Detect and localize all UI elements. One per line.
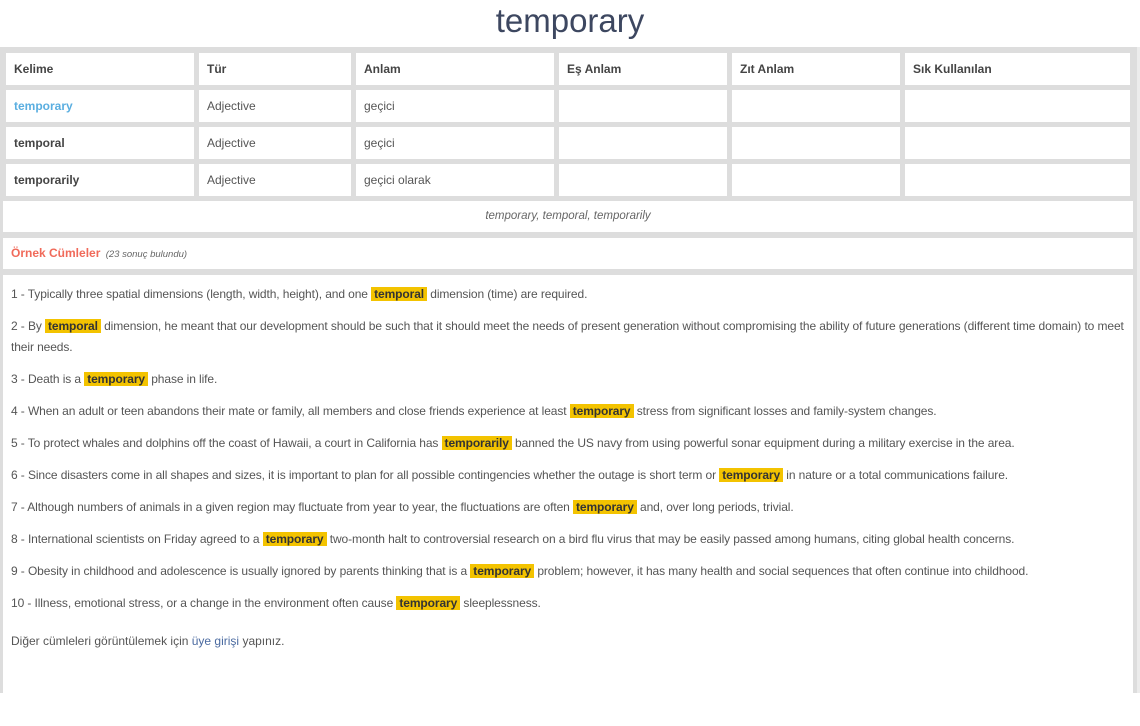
word-meaning: geçici — [356, 127, 554, 159]
word-synonym — [559, 127, 727, 159]
word-frequent — [905, 164, 1130, 196]
login-note: Diğer cümleleri görüntülemek için üye gi… — [11, 634, 1125, 648]
word-antonym — [732, 164, 900, 196]
login-link[interactable]: üye girişi — [192, 634, 239, 648]
sentence-text: 7 - Although numbers of animals in a giv… — [11, 500, 570, 514]
sentence-text: 1 - Typically three spatial dimensions (… — [11, 287, 368, 301]
example-sentence: 1 - Typically three spatial dimensions (… — [11, 284, 1125, 305]
word-type: Adjective — [199, 164, 351, 196]
highlighted-word: temporary — [572, 500, 637, 514]
highlighted-word: temporal — [371, 287, 428, 301]
sentence-text: 2 - By — [11, 319, 42, 333]
sentence-text: 8 - International scientists on Friday a… — [11, 532, 260, 546]
sentence-text: 3 - Death is a — [11, 372, 81, 386]
highlighted-word: temporary — [470, 564, 535, 578]
example-sentence: 9 - Obesity in childhood and adolescence… — [11, 561, 1125, 582]
sentence-text: two-month halt to controversial research… — [329, 532, 1015, 546]
header-anlam: Anlam — [356, 53, 554, 85]
word-antonym — [732, 127, 900, 159]
example-sentence: 8 - International scientists on Friday a… — [11, 529, 1125, 550]
examples-header: Örnek Cümleler (23 sonuç bulundu) — [3, 238, 1133, 269]
highlighted-word: temporary — [569, 404, 634, 418]
sentence-text: 10 - Illness, emotional stress, or a cha… — [11, 596, 394, 610]
examples-count: (23 sonuç bulundu) — [105, 249, 188, 260]
word-link[interactable]: temporary — [6, 90, 194, 122]
table-row: temporal Adjective geçici — [6, 127, 1130, 159]
highlighted-word: temporal — [44, 319, 101, 333]
login-note-after: yapınız. — [242, 634, 285, 648]
header-sik-kullanilan: Sık Kullanılan — [905, 53, 1130, 85]
highlighted-word: temporary — [719, 468, 784, 482]
word-meaning: geçici — [356, 90, 554, 122]
header-tur: Tür — [199, 53, 351, 85]
word-synonym — [559, 90, 727, 122]
sentence-text: stress from significant losses and famil… — [636, 404, 937, 418]
sentence-text: phase in life. — [151, 372, 218, 386]
word-antonym — [732, 90, 900, 122]
sentence-text: banned the US navy from using powerful s… — [515, 436, 1015, 450]
highlighted-word: temporary — [262, 532, 327, 546]
header-es-anlam: Eş Anlam — [559, 53, 727, 85]
example-sentence: 7 - Although numbers of animals in a giv… — [11, 497, 1125, 518]
sentence-text: dimension, he meant that our development… — [11, 319, 1124, 354]
example-sentence: 4 - When an adult or teen abandons their… — [11, 401, 1125, 422]
table-header-row: Kelime Tür Anlam Eş Anlam Zıt Anlam Sık … — [6, 53, 1130, 85]
word-frequent — [905, 127, 1130, 159]
page-title: temporary — [495, 2, 645, 39]
example-sentence: 2 - By temporal dimension, he meant that… — [11, 316, 1125, 358]
word-frequent — [905, 90, 1130, 122]
word-table: Kelime Tür Anlam Eş Anlam Zıt Anlam Sık … — [1, 48, 1135, 201]
word-type: Adjective — [199, 127, 351, 159]
login-note-before: Diğer cümleleri görüntülemek için — [11, 634, 189, 648]
example-sentences: 1 - Typically three spatial dimensions (… — [3, 275, 1133, 726]
example-sentence: 5 - To protect whales and dolphins off t… — [11, 433, 1125, 454]
content-frame: Kelime Tür Anlam Eş Anlam Zıt Anlam Sık … — [0, 47, 1140, 726]
sentence-text: in nature or a total communications fail… — [786, 468, 1009, 482]
word-synonym — [559, 164, 727, 196]
sentence-text: 6 - Since disasters come in all shapes a… — [11, 468, 717, 482]
example-sentence: 10 - Illness, emotional stress, or a cha… — [11, 593, 1125, 614]
highlighted-word: temporarily — [441, 436, 512, 450]
header-zit-anlam: Zıt Anlam — [732, 53, 900, 85]
example-sentence: 6 - Since disasters come in all shapes a… — [11, 465, 1125, 486]
word-meaning: geçici olarak — [356, 164, 554, 196]
sentence-text: and, over long periods, trivial. — [640, 500, 794, 514]
sentence-text: sleeplessness. — [463, 596, 541, 610]
sentence-text: 9 - Obesity in childhood and adolescence… — [11, 564, 468, 578]
examples-title: Örnek Cümleler — [11, 246, 101, 260]
sentence-text: problem; however, it has many health and… — [537, 564, 1029, 578]
table-row: temporarily Adjective geçici olarak — [6, 164, 1130, 196]
sentence-text: dimension (time) are required. — [430, 287, 588, 301]
word-link[interactable]: temporarily — [6, 164, 194, 196]
highlighted-word: temporary — [396, 596, 461, 610]
highlighted-word: temporary — [84, 372, 148, 386]
sentence-text: 5 - To protect whales and dolphins off t… — [11, 436, 439, 450]
table-row: temporary Adjective geçici — [6, 90, 1130, 122]
header-kelime: Kelime — [6, 53, 194, 85]
word-link[interactable]: temporal — [6, 127, 194, 159]
sentence-text: 4 - When an adult or teen abandons their… — [11, 404, 567, 418]
word-forms-line: temporary, temporal, temporarily — [3, 201, 1133, 232]
example-sentence: 3 - Death is a temporary phase in life. — [11, 369, 1125, 390]
word-type: Adjective — [199, 90, 351, 122]
